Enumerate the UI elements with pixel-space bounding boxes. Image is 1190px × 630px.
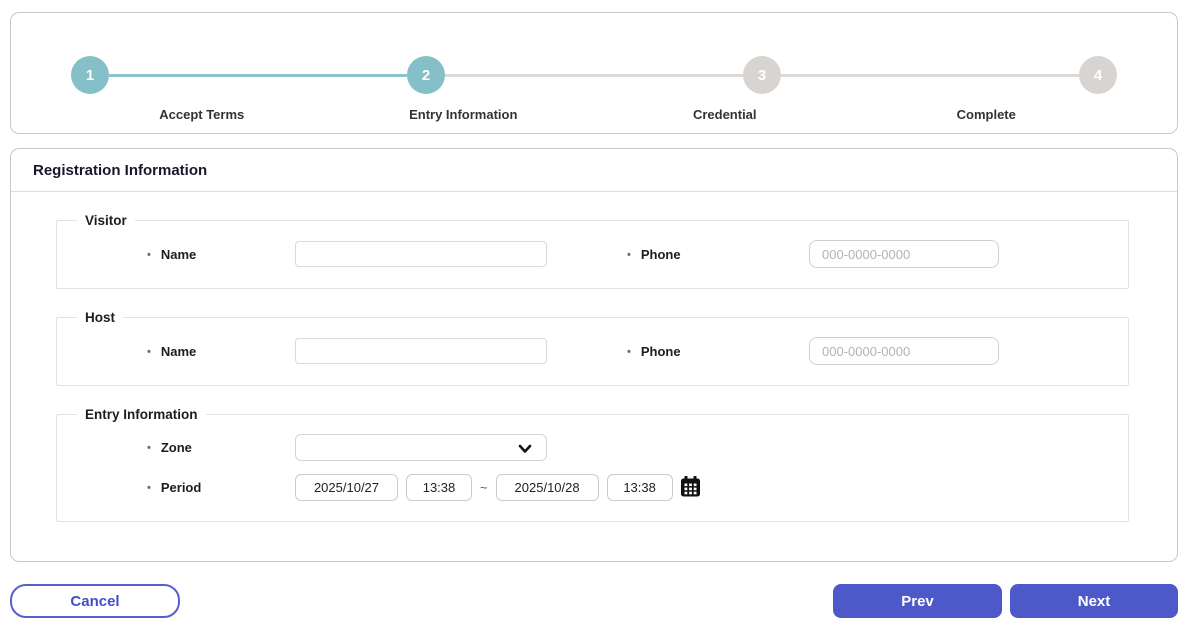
period-start-time-input[interactable] [406,474,472,501]
zone-label: Zone [147,440,295,455]
host-phone-label: Phone [627,344,809,359]
registration-panel: Registration Information Visitor Name Ph… [10,148,1178,562]
host-name-input[interactable] [295,338,547,364]
entry-information-section-legend: Entry Information [77,407,206,422]
step-circle-accept-terms: 1 [71,56,109,94]
stepper-track: 1 2 3 4 [11,56,1177,94]
calendar-picker-button[interactable] [681,476,700,500]
prev-button[interactable]: Prev [833,584,1002,618]
visitor-name-label: Name [147,247,295,262]
host-section-legend: Host [77,310,123,325]
step-label-complete: Complete [856,107,1118,122]
calendar-icon [681,476,700,500]
page-title: Registration Information [11,149,1177,192]
period-separator: ~ [480,480,488,495]
step-connector-1-2 [109,74,407,77]
zone-select[interactable] [295,434,547,461]
step-connector-2-3 [445,74,743,77]
next-button[interactable]: Next [1010,584,1178,618]
visitor-phone-label: Phone [627,247,809,262]
step-circle-credential: 3 [743,56,781,94]
step-label-credential: Credential [594,107,856,122]
host-name-label: Name [147,344,295,359]
visitor-section: Visitor Name Phone [56,213,1129,289]
visitor-phone-input[interactable] [809,240,999,268]
host-phone-input[interactable] [809,337,999,365]
period-end-date-input[interactable] [496,474,599,501]
step-circle-entry-information: 2 [407,56,445,94]
step-label-entry-information: Entry Information [333,107,595,122]
cancel-button[interactable]: Cancel [10,584,180,618]
step-label-accept-terms: Accept Terms [71,107,333,122]
host-section: Host Name Phone [56,310,1129,386]
period-label: Period [147,480,295,495]
visitor-name-input[interactable] [295,241,547,267]
step-circle-complete: 4 [1079,56,1117,94]
step-connector-3-4 [781,74,1079,77]
period-start-date-input[interactable] [295,474,398,501]
visitor-section-legend: Visitor [77,213,135,228]
period-end-time-input[interactable] [607,474,673,501]
stepper-panel: 1 2 3 4 Accept Terms Entry Information C… [10,12,1178,134]
stepper-labels: Accept Terms Entry Information Credentia… [11,107,1177,122]
chevron-down-icon [518,442,532,460]
entry-information-section: Entry Information Zone Period ~ [56,407,1129,522]
